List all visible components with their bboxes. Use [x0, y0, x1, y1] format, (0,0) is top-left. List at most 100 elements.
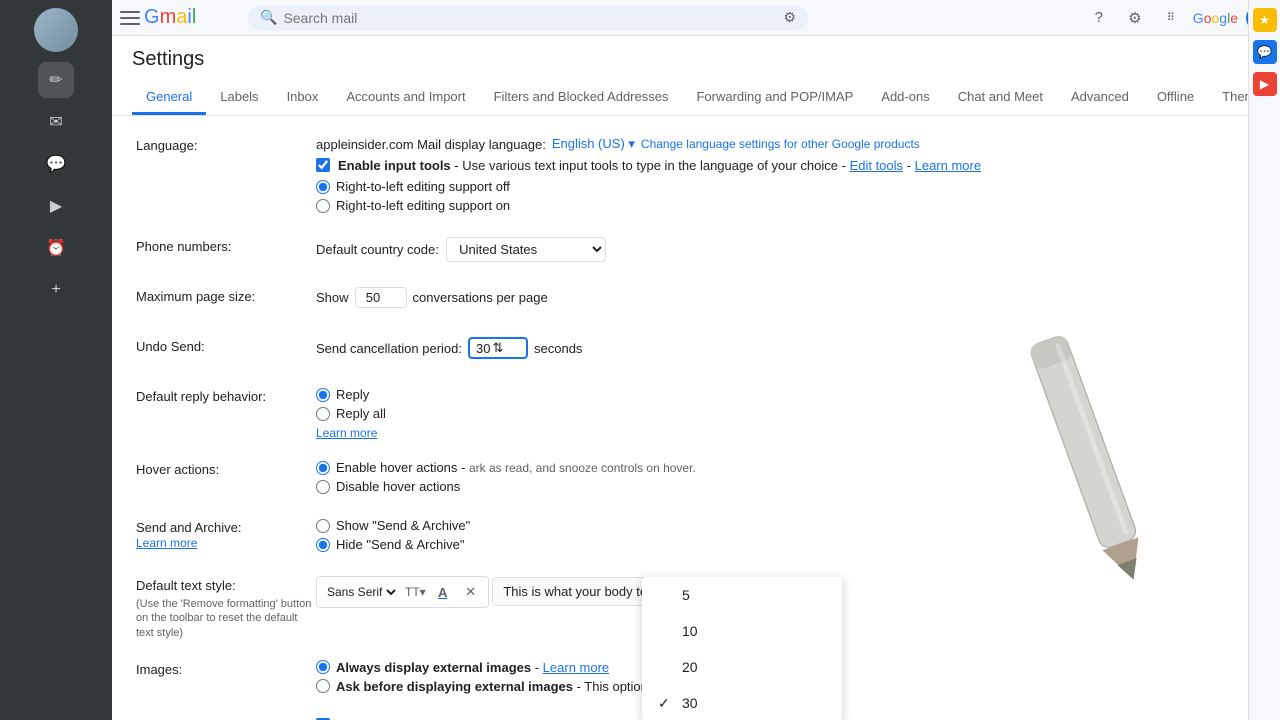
hover-enable-radio[interactable] [316, 461, 330, 475]
tab-advanced[interactable]: Advanced [1057, 81, 1143, 115]
hover-disable-label: Disable hover actions [336, 479, 460, 494]
rtl-off-radio[interactable] [316, 180, 330, 194]
hide-archive-label: Hide "Send & Archive" [336, 537, 464, 552]
page-size-input[interactable] [355, 287, 407, 308]
reply-all-radio[interactable] [316, 407, 330, 421]
tab-chat[interactable]: Chat and Meet [944, 81, 1057, 115]
hide-archive-radio[interactable] [316, 538, 330, 552]
dropdown-value-30: 30 [682, 695, 698, 711]
hover-actions-row: Hover actions: Enable hover actions - ar… [136, 460, 1256, 498]
dropdown-value-5: 5 [682, 587, 690, 603]
reply-behavior-row: Default reply behavior: Reply Reply all … [136, 387, 1256, 440]
input-tools-row: Enable input tools - Use various text in… [316, 158, 1256, 173]
cancel-period-select[interactable]: 30 ⇅ [468, 337, 528, 359]
undo-control: Send cancellation period: 30 ⇅ seconds [316, 337, 1256, 367]
text-clear-button[interactable]: ✕ [460, 581, 482, 603]
dropdown-option-20[interactable]: 20 [642, 649, 842, 685]
images-label: Images: [136, 660, 316, 698]
gmail-logo-text: Gmail [144, 6, 196, 29]
always-images-radio[interactable] [316, 660, 330, 674]
input-tools-checkbox[interactable] [316, 158, 330, 172]
sidebar-item-compose[interactable]: ✏ [38, 62, 74, 98]
tab-inbox[interactable]: Inbox [273, 81, 333, 115]
font-select[interactable]: Sans Serif [323, 584, 399, 600]
language-selected[interactable]: English (US) ▾ [552, 136, 635, 152]
send-archive-row: Send and Archive: Learn more Show "Send … [136, 518, 1256, 556]
settings-button[interactable]: ⚙ [1121, 4, 1149, 32]
right-panel: ★ 💬 ▶ [1248, 0, 1280, 720]
rtl-off-label: Right-to-left editing support off [336, 179, 510, 194]
hover-enable-label: Enable hover actions - ark as read, and … [336, 460, 696, 475]
google-text: Google [1193, 10, 1238, 26]
dropdown-option-10[interactable]: 10 [642, 613, 842, 649]
left-sidebar: ✏ ✉ 💬 ▶ ⏰ + [0, 0, 112, 720]
font-size-icon[interactable]: TT▾ [405, 585, 426, 599]
dropdown-option-5[interactable]: 5 [642, 577, 842, 613]
tab-labels[interactable]: Labels [206, 81, 272, 115]
show-archive-radio[interactable] [316, 519, 330, 533]
help-button[interactable]: ? [1085, 4, 1113, 32]
rtl-off-row: Right-to-left editing support off [316, 179, 1256, 194]
undo-label: Undo Send: [136, 337, 316, 367]
rtl-on-label: Right-to-left editing support on [336, 198, 510, 213]
images-learn-more[interactable]: Learn more [543, 660, 609, 675]
cancel-period-dropdown: 5 10 20 30 [642, 577, 842, 720]
ask-images-radio[interactable] [316, 679, 330, 693]
always-images-label: Always display external images - Learn m… [336, 660, 609, 675]
show-archive-label: Show "Send & Archive" [336, 518, 470, 533]
settings-header: Settings General Labels Inbox Accounts a… [112, 36, 1280, 116]
send-archive-label: Send and Archive: Learn more [136, 518, 316, 556]
rtl-on-radio[interactable] [316, 199, 330, 213]
undo-desc: Send cancellation period: [316, 341, 462, 356]
reply-radio[interactable] [316, 388, 330, 402]
avatar[interactable] [34, 8, 78, 52]
reply-option-label: Reply [336, 387, 369, 402]
search-input[interactable] [283, 10, 777, 26]
phone-label: Phone numbers: [136, 237, 316, 267]
send-archive-learn[interactable]: Learn more [136, 536, 197, 550]
gmail-topbar: Gmail 🔍 ⚙ ? ⚙ ⠿ Google C [112, 0, 1280, 36]
send-archive-control: Show "Send & Archive" Hide "Send & Archi… [316, 518, 1256, 556]
tab-offline[interactable]: Offline [1143, 81, 1208, 115]
topbar-right: ? ⚙ ⠿ Google C [1085, 4, 1272, 32]
seconds-label: seconds [534, 341, 582, 356]
phone-desc: Default country code: [316, 242, 442, 257]
right-panel-meet[interactable]: ▶ [1253, 72, 1277, 96]
rtl-on-row: Right-to-left editing support on [316, 198, 1256, 213]
edit-tools-link[interactable]: Edit tools [850, 158, 903, 173]
apps-button[interactable]: ⠿ [1157, 4, 1185, 32]
search-filter-icon[interactable]: ⚙ [783, 9, 796, 26]
language-control: appleinsider.com Mail display language: … [316, 136, 1256, 217]
tab-filters[interactable]: Filters and Blocked Addresses [480, 81, 683, 115]
reply-label: Default reply behavior: [136, 387, 316, 440]
sidebar-item-chat[interactable]: 💬 [38, 146, 74, 182]
reply-learn-more[interactable]: Learn more [316, 426, 377, 440]
search-bar[interactable]: 🔍 ⚙ [248, 5, 808, 31]
sidebar-item-meet[interactable]: ⏰ [38, 230, 74, 266]
dropdown-value-10: 10 [682, 623, 698, 639]
page-size-control: Show conversations per page [316, 287, 1256, 317]
hover-disable-radio[interactable] [316, 480, 330, 494]
right-panel-chat[interactable]: 💬 [1253, 40, 1277, 64]
country-select[interactable]: United States [446, 237, 606, 262]
right-panel-star[interactable]: ★ [1253, 8, 1277, 32]
text-style-label: Default text style: (Use the 'Remove for… [136, 576, 316, 640]
dropdown-option-30[interactable]: 30 [642, 685, 842, 720]
per-page-label: conversations per page [413, 290, 548, 305]
settings-title: Settings [132, 48, 1280, 71]
settings-nav: General Labels Inbox Accounts and Import… [132, 81, 1280, 115]
phone-control: Default country code: United States [316, 237, 1256, 267]
sidebar-item-mail[interactable]: ✉ [38, 104, 74, 140]
tab-addons[interactable]: Add-ons [867, 81, 943, 115]
tab-general[interactable]: General [132, 81, 206, 115]
text-color-button[interactable]: A [432, 581, 454, 603]
hamburger-menu[interactable] [120, 11, 140, 25]
learn-more-link[interactable]: Learn more [915, 158, 981, 173]
tab-accounts[interactable]: Accounts and Import [332, 81, 479, 115]
sidebar-item-spaces[interactable]: ▶ [38, 188, 74, 224]
sidebar-item-add[interactable]: + [38, 272, 74, 308]
language-change-link[interactable]: Change language settings for other Googl… [641, 137, 920, 151]
show-label: Show [316, 290, 349, 305]
tab-forwarding[interactable]: Forwarding and POP/IMAP [682, 81, 867, 115]
page-size-row: Maximum page size: Show conversations pe… [136, 287, 1256, 317]
